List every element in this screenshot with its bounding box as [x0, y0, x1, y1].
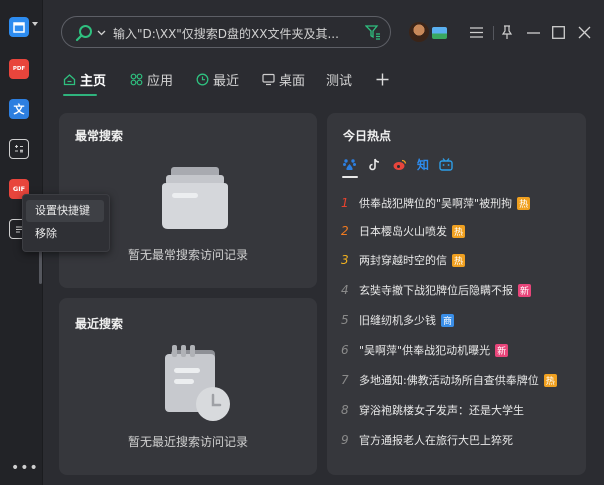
- hot-item-text: 官方通报老人在旅行大巴上猝死: [359, 434, 513, 447]
- hot-item-rank: 3: [341, 253, 349, 267]
- baidu-icon[interactable]: [343, 158, 356, 171]
- frequent-search-title: 最常搜索: [75, 129, 124, 143]
- hot-item[interactable]: 1 供奉战犯牌位的"吴啊萍"被刑拘热: [341, 193, 531, 213]
- translate-app-button[interactable]: 文: [9, 99, 29, 119]
- pin-icon[interactable]: [501, 25, 513, 40]
- hot-item-rank: 7: [341, 373, 349, 387]
- home-icon: [63, 73, 76, 85]
- hot-item-rank: 1: [341, 196, 349, 210]
- hot-item-text: 多地通知:佛教活动场所自查供奉牌位: [359, 374, 539, 387]
- context-menu: 设置快捷键 移除: [22, 194, 110, 252]
- hot-item-text: "吴啊萍"供奉战犯动机曝光: [359, 344, 491, 357]
- clock-icon: [196, 73, 209, 85]
- chevron-down-icon[interactable]: [32, 22, 38, 26]
- hot-item[interactable]: 4 玄奘寺撤下战犯牌位后隐瞒不报新: [341, 280, 531, 300]
- divider: [493, 26, 494, 40]
- sidebar-scrollbar[interactable]: [39, 250, 42, 284]
- calculator-icon: [15, 145, 23, 153]
- hot-item-text: 穿浴袍跳楼女子发声：还是大学生: [359, 404, 524, 417]
- hot-item-text: 供奉战犯牌位的"吴啊萍"被刑拘: [359, 197, 513, 210]
- search-icon: [75, 25, 92, 42]
- zhihu-icon[interactable]: 知: [417, 156, 429, 173]
- hot-topics-card: 今日热点 知 1 供奉战犯牌位的"吴啊萍"被刑拘热 2 日本樱岛火山喷发热 3 两封穿越时…: [327, 113, 586, 475]
- bilibili-icon[interactable]: [439, 158, 453, 171]
- tab-test[interactable]: 测试: [326, 66, 352, 92]
- tab-test-label: 测试: [326, 73, 353, 89]
- hot-item-text: 两封穿越时空的信: [359, 254, 447, 267]
- hot-item[interactable]: 9 官方通报老人在旅行大巴上猝死: [341, 430, 513, 450]
- hot-item-badge: 新: [518, 283, 531, 297]
- main-panel: 输入"D:\XX"仅搜索D盘的XX文件夹及其... 主页 应用 最近 桌面 测试: [43, 0, 604, 485]
- hot-item-rank: 5: [341, 313, 349, 327]
- active-source-underline: [342, 176, 358, 178]
- hot-item[interactable]: 7 多地通知:佛教活动场所自查供奉牌位热: [341, 370, 557, 390]
- hot-item[interactable]: 8 穿浴袍跳楼女子发声：还是大学生: [341, 400, 524, 420]
- hot-item[interactable]: 3 两封穿越时空的信热: [341, 250, 465, 270]
- hot-item[interactable]: 5 旧缝纫机多少钱商: [341, 310, 454, 330]
- tab-bar: 主页 应用 最近 桌面 测试: [43, 66, 604, 96]
- hot-item-badge: 新: [495, 343, 509, 357]
- recent-search-card: 最近搜索 暂无最近搜索访问记录: [59, 298, 317, 475]
- tab-home-label: 主页: [80, 73, 107, 89]
- empty-drawer-illustration: [162, 167, 228, 229]
- filter-icon[interactable]: [365, 25, 381, 40]
- maximize-icon[interactable]: [552, 26, 565, 39]
- hot-item[interactable]: 2 日本樱岛火山喷发热: [341, 221, 465, 241]
- skin-icon[interactable]: [432, 27, 447, 39]
- tab-home[interactable]: 主页: [63, 66, 106, 92]
- search-placeholder: 输入"D:\XX"仅搜索D盘的XX文件夹及其...: [113, 27, 339, 41]
- monitor-icon: [262, 73, 275, 85]
- remove-menu-item[interactable]: 移除: [26, 223, 104, 245]
- hot-item-badge: 热: [517, 196, 531, 210]
- gif-label: GIF: [12, 185, 26, 193]
- weibo-icon[interactable]: [393, 158, 407, 171]
- tab-recent-label: 最近: [213, 73, 240, 89]
- hot-item-badge: 热: [543, 373, 557, 387]
- hot-item-badge: 热: [452, 224, 465, 238]
- search-input[interactable]: 输入"D:\XX"仅搜索D盘的XX文件夹及其...: [61, 16, 391, 48]
- hot-item-rank: 9: [341, 433, 349, 447]
- hot-item-rank: 6: [341, 343, 349, 357]
- add-tab-button[interactable]: [376, 66, 393, 92]
- translate-icon: 文: [13, 103, 25, 116]
- tab-desktop-label: 桌面: [279, 73, 306, 89]
- tab-recent[interactable]: 最近: [196, 66, 239, 92]
- close-icon[interactable]: [578, 26, 591, 39]
- avatar[interactable]: [409, 22, 429, 42]
- more-icon[interactable]: •••: [11, 461, 39, 475]
- menu-icon[interactable]: [470, 27, 483, 38]
- recent-empty-text: 暂无最近搜索访问记录: [127, 435, 248, 449]
- window-icon: [13, 21, 25, 33]
- hot-item-badge: 热: [452, 253, 465, 267]
- tab-apps-label: 应用: [147, 73, 174, 89]
- apps-icon: [130, 73, 143, 85]
- empty-recent-illustration: [165, 345, 230, 421]
- hot-item-badge: 商: [441, 313, 454, 327]
- plus-icon: [376, 73, 389, 85]
- hot-topics-title: 今日热点: [343, 129, 392, 143]
- hot-item[interactable]: 6 "吴啊萍"供奉战犯动机曝光新: [341, 340, 509, 360]
- pdf-app-button[interactable]: PDF: [9, 59, 29, 79]
- window-switch-button[interactable]: [9, 17, 29, 37]
- chevron-down-icon[interactable]: [97, 30, 106, 36]
- hot-item-rank: 2: [341, 224, 349, 238]
- hot-item-text: 日本樱岛火山喷发: [359, 225, 447, 238]
- douyin-icon[interactable]: [369, 158, 381, 171]
- tab-apps[interactable]: 应用: [130, 66, 173, 92]
- hot-item-text: 旧缝纫机多少钱: [359, 314, 436, 327]
- minimize-icon[interactable]: [527, 32, 540, 34]
- hot-item-rank: 4: [341, 283, 349, 297]
- calculator-app-button[interactable]: [9, 139, 29, 159]
- pdf-label: PDF: [12, 66, 26, 72]
- hot-item-text: 玄奘寺撤下战犯牌位后隐瞒不报: [359, 284, 513, 297]
- hot-item-rank: 8: [341, 403, 349, 417]
- active-tab-indicator: [63, 94, 97, 96]
- recent-search-title: 最近搜索: [75, 317, 124, 331]
- set-shortcut-menu-item[interactable]: 设置快捷键: [26, 200, 104, 222]
- tab-desktop[interactable]: 桌面: [262, 66, 305, 92]
